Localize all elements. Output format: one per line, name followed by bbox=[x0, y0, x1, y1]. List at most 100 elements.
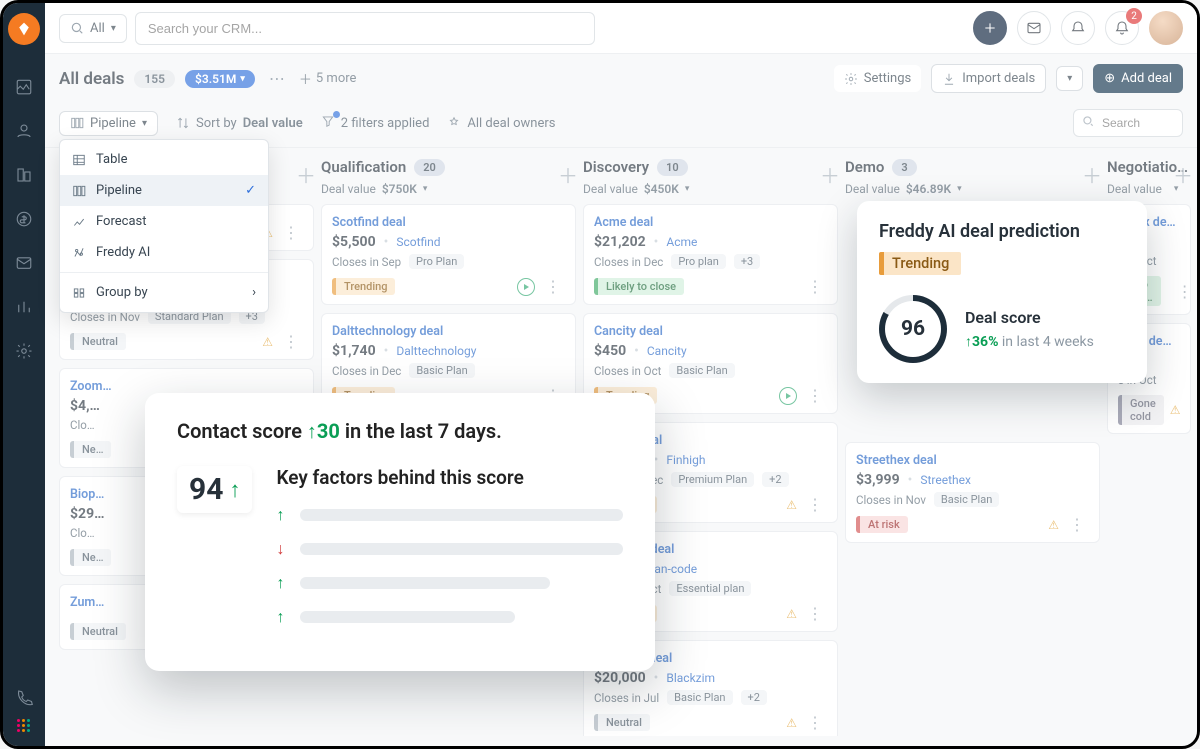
card-more[interactable]: ⋮ bbox=[279, 332, 303, 351]
add-card-icon[interactable]: ＋ bbox=[1082, 160, 1102, 189]
card-more[interactable]: ⋮ bbox=[803, 277, 827, 296]
card-tag: Basic Plan bbox=[934, 492, 999, 507]
user-avatar[interactable] bbox=[1149, 11, 1183, 45]
deal-card[interactable]: Acme deal $21,202•Acme Closes in DecPro … bbox=[583, 204, 838, 305]
card-more[interactable]: ⋮ bbox=[279, 223, 303, 242]
more-options[interactable]: ⋯ bbox=[265, 65, 289, 92]
app-logo bbox=[8, 13, 40, 45]
deal-score-gauge: 96 bbox=[879, 295, 947, 363]
page-title: All deals bbox=[59, 69, 124, 89]
card-tag: Pro Plan bbox=[409, 254, 464, 269]
play-icon[interactable] bbox=[779, 387, 797, 405]
score-factor: ↑ bbox=[276, 505, 623, 525]
card-account[interactable]: Scotfind bbox=[396, 235, 440, 249]
card-more[interactable]: ⋮ bbox=[803, 713, 827, 732]
nav-apps[interactable] bbox=[17, 719, 31, 732]
board-search[interactable] bbox=[1073, 109, 1183, 137]
view-menu-table[interactable]: Table bbox=[60, 144, 268, 175]
view-menu-forecast[interactable]: Forecast bbox=[60, 206, 268, 237]
deals-count-pill: 155 bbox=[134, 70, 175, 88]
card-title: Cancity deal bbox=[594, 324, 827, 339]
nav-contacts[interactable] bbox=[4, 111, 44, 151]
card-amount: $1,740 bbox=[332, 343, 376, 359]
card-closes: Closes in Jul bbox=[594, 691, 659, 705]
arrow-up-icon: ↑ bbox=[276, 505, 284, 525]
add-card-icon[interactable]: ＋ bbox=[296, 160, 316, 189]
card-tag: +2 bbox=[762, 472, 788, 487]
deals-amount-pill[interactable]: $3.51M▾ bbox=[185, 70, 255, 88]
card-amount: $29… bbox=[70, 506, 104, 522]
nav-deals[interactable] bbox=[4, 199, 44, 239]
factors-title: Key factors behind this score bbox=[276, 466, 623, 489]
more-link[interactable]: ＋ 5 more bbox=[299, 69, 357, 88]
card-amount: $21,202 bbox=[594, 234, 646, 250]
import-deals-button[interactable]: Import deals bbox=[931, 64, 1046, 93]
arrow-up-icon: ↑ bbox=[276, 607, 284, 627]
view-menu-pipeline[interactable]: Pipeline✓ bbox=[60, 175, 268, 206]
score-factor: ↑ bbox=[276, 573, 623, 593]
column-title: Demo bbox=[845, 158, 884, 176]
card-closes: Closes in Sep bbox=[332, 255, 401, 269]
card-tag: Basic Plan bbox=[409, 363, 474, 378]
owners-button[interactable]: All deal owners bbox=[447, 116, 555, 131]
column-deal-value[interactable]: Deal value$450K▾ bbox=[583, 182, 834, 196]
column-title: Discovery bbox=[583, 158, 649, 176]
search-input[interactable] bbox=[135, 12, 595, 45]
settings-button[interactable]: Settings bbox=[834, 65, 921, 92]
status-badge: Trending bbox=[332, 278, 395, 295]
deal-score-label: Deal score bbox=[965, 308, 1094, 327]
freddy-tag: Trending bbox=[879, 252, 961, 275]
card-closes: Closes in Dec bbox=[594, 255, 663, 269]
deal-card[interactable]: Streethex deal $3,999•Streethex Closes i… bbox=[845, 442, 1100, 543]
column-deal-value[interactable]: Deal value$46.89K▾ bbox=[845, 182, 1096, 196]
nav-mail[interactable] bbox=[4, 243, 44, 283]
card-account[interactable]: Cancity bbox=[647, 344, 687, 358]
alerts-icon[interactable]: 2 bbox=[1105, 11, 1139, 45]
add-card-icon[interactable]: ＋ bbox=[820, 160, 840, 189]
card-more[interactable]: ⋮ bbox=[803, 604, 827, 623]
card-tag: Pro plan bbox=[671, 254, 725, 269]
scope-dropdown[interactable]: All ▾ bbox=[59, 14, 127, 43]
nav-dashboard[interactable] bbox=[4, 67, 44, 107]
filters-button[interactable]: 2 filters applied bbox=[321, 114, 430, 132]
card-account[interactable]: Blackzim bbox=[666, 671, 715, 685]
view-menu-freddy[interactable]: Freddy AI bbox=[60, 237, 268, 268]
nav-accounts[interactable] bbox=[4, 155, 44, 195]
mail-icon[interactable] bbox=[1017, 11, 1051, 45]
add-card-icon[interactable]: ＋ bbox=[558, 160, 578, 189]
status-badge: At risk bbox=[856, 516, 908, 533]
add-card-icon[interactable]: ＋ bbox=[1173, 160, 1193, 189]
card-account[interactable]: Streethex bbox=[920, 473, 971, 487]
card-account[interactable]: Acme bbox=[666, 235, 697, 249]
card-more[interactable]: ⋮ bbox=[803, 495, 827, 514]
card-tag: +2 bbox=[741, 690, 767, 705]
view-dropdown[interactable]: Pipeline ▾ bbox=[59, 111, 158, 136]
notifications-icon[interactable] bbox=[1061, 11, 1095, 45]
card-account[interactable]: Dalttechnology bbox=[396, 344, 476, 358]
deal-card[interactable]: Scotfind deal $5,500•Scotfind Closes in … bbox=[321, 204, 576, 305]
global-search[interactable] bbox=[135, 12, 595, 45]
play-icon[interactable] bbox=[517, 278, 535, 296]
column-title: Qualification bbox=[321, 158, 406, 176]
sort-button[interactable]: Sort by Deal value bbox=[176, 116, 303, 131]
contact-score-heading: Contact score ↑30 in the last 7 days. bbox=[177, 419, 502, 443]
add-button[interactable] bbox=[973, 11, 1007, 45]
card-more[interactable]: ⋮ bbox=[1065, 515, 1089, 534]
column-count: 20 bbox=[414, 159, 445, 176]
card-more[interactable]: ⋮ bbox=[1187, 401, 1197, 420]
add-deal-button[interactable]: ⊕ Add deal bbox=[1093, 64, 1183, 93]
contact-score-popup: Contact score ↑30 in the last 7 days. 94… bbox=[145, 393, 655, 671]
nav-settings[interactable] bbox=[4, 331, 44, 371]
freddy-title: Freddy AI deal prediction bbox=[879, 221, 1125, 242]
view-menu-groupby[interactable]: Group by› bbox=[60, 277, 268, 308]
card-more[interactable]: ⋮ bbox=[803, 386, 827, 405]
card-more[interactable]: ⋮ bbox=[1173, 282, 1197, 301]
arrow-up-icon: ↑ bbox=[276, 573, 284, 593]
column-deal-value[interactable]: Deal value$750K▾ bbox=[321, 182, 572, 196]
nav-phone[interactable] bbox=[4, 677, 44, 717]
card-account[interactable]: Finhigh bbox=[666, 453, 705, 467]
nav-reports[interactable] bbox=[4, 287, 44, 327]
deal-score-delta: ↑36% in last 4 weeks bbox=[965, 333, 1094, 350]
import-dropdown[interactable]: ▾ bbox=[1056, 66, 1083, 91]
card-more[interactable]: ⋮ bbox=[541, 277, 565, 296]
